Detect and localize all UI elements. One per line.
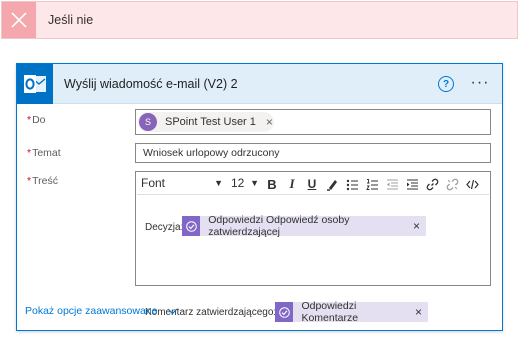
send-email-action-card[interactable]: Wyślij wiadomość e-mail (V2) 2 ? ··· *Do…: [16, 63, 503, 331]
approvals-icon: [182, 216, 201, 236]
bold-icon: B: [267, 176, 277, 192]
help-icon: ?: [442, 78, 450, 90]
remove-token-icon[interactable]: ×: [415, 305, 422, 319]
bullet-list-button[interactable]: [343, 175, 361, 193]
code-view-button[interactable]: [463, 175, 481, 193]
underline-icon: U: [307, 177, 317, 191]
unlink-icon: [446, 178, 458, 190]
numbered-list-icon: [365, 178, 378, 190]
dynamic-content-token[interactable]: Odpowiedzi Komentarze ×: [275, 300, 428, 324]
required-mark: *: [27, 175, 32, 187]
required-mark: *: [27, 114, 32, 126]
approvals-icon: [275, 302, 294, 322]
show-advanced-options-link[interactable]: Pokaż opcje zaawansowane: [25, 305, 178, 317]
chevron-down-icon: ▼: [250, 178, 259, 188]
branch-title: Jeśli nie: [48, 13, 94, 27]
required-mark: *: [27, 147, 32, 159]
avatar: S: [139, 113, 157, 131]
subject-label-text: Temat: [32, 147, 61, 159]
card-title: Wyślij wiadomość e-mail (V2) 2: [64, 76, 238, 91]
more-options-button[interactable]: ···: [468, 73, 492, 93]
subject-field-label: *Temat: [27, 147, 61, 159]
recipient-chip[interactable]: S SPoint Test User 1 ×: [138, 112, 274, 132]
italic-icon: I: [289, 176, 295, 191]
dynamic-content-token[interactable]: Odpowiedzi Odpowiedź osoby zatwierdzając…: [182, 214, 426, 238]
remove-recipient-icon[interactable]: ×: [266, 115, 273, 129]
chevron-down-icon: ▼: [214, 178, 223, 188]
unlink-button[interactable]: [443, 175, 461, 193]
token-label: Odpowiedzi Odpowiedź osoby zatwierdzając…: [208, 214, 350, 238]
increase-indent-icon: [406, 178, 418, 190]
bullet-list-icon: [346, 179, 358, 190]
italic-button[interactable]: I: [283, 175, 301, 193]
token-label: Odpowiedzi Komentarze: [301, 300, 359, 324]
if-no-branch-header[interactable]: Jeśli nie: [1, 1, 518, 39]
highlight-icon: [326, 179, 337, 191]
highlight-button[interactable]: [323, 175, 341, 193]
increase-indent-button[interactable]: [403, 175, 421, 193]
font-family-dropdown[interactable]: Font ▼: [141, 176, 223, 192]
recipient-name: SPoint Test User 1: [165, 116, 256, 128]
branch-close-button[interactable]: [2, 2, 36, 38]
flow-designer-canvas: Jeśli nie Wyślij wiadomość e-mail (V2) 2…: [0, 0, 519, 341]
code-view-icon: [465, 179, 479, 189]
font-family-label: Font: [141, 176, 166, 190]
to-field-label: *Do: [27, 114, 46, 126]
underline-button[interactable]: U: [303, 175, 321, 193]
subject-input[interactable]: Wniosek urlopowy odrzucony: [135, 143, 491, 163]
bold-button[interactable]: B: [263, 175, 281, 193]
body-label-text: Treść: [32, 175, 58, 187]
to-label-text: Do: [32, 114, 46, 126]
help-button[interactable]: ?: [438, 76, 454, 92]
rich-text-toolbar: Font ▼ 12 ▼ B I U: [137, 173, 489, 195]
body-field-label: *Treść: [27, 175, 58, 187]
outlook-icon: [17, 63, 53, 104]
numbered-list-button[interactable]: [363, 175, 381, 193]
more-icon: ···: [470, 74, 490, 91]
body-editor[interactable]: Font ▼ 12 ▼ B I U Decyzja: Odpowiedzi Od…: [135, 171, 491, 324]
font-size-label: 12: [231, 176, 245, 190]
link-button[interactable]: [423, 175, 441, 193]
remove-token-icon[interactable]: ×: [413, 219, 420, 233]
decrease-indent-icon: [386, 178, 398, 190]
to-field[interactable]: S SPoint Test User 1 ×: [135, 109, 491, 135]
font-size-dropdown[interactable]: 12 ▼: [231, 176, 259, 192]
decision-label: Decyzja:: [145, 222, 184, 233]
chevron-down-icon: [167, 308, 177, 314]
link-icon: [426, 178, 438, 190]
decrease-indent-button[interactable]: [383, 175, 401, 193]
card-header[interactable]: Wyślij wiadomość e-mail (V2) 2 ? ···: [17, 63, 502, 104]
close-icon: [11, 12, 27, 28]
advanced-options-label: Pokaż opcje zaawansowane: [25, 305, 158, 317]
